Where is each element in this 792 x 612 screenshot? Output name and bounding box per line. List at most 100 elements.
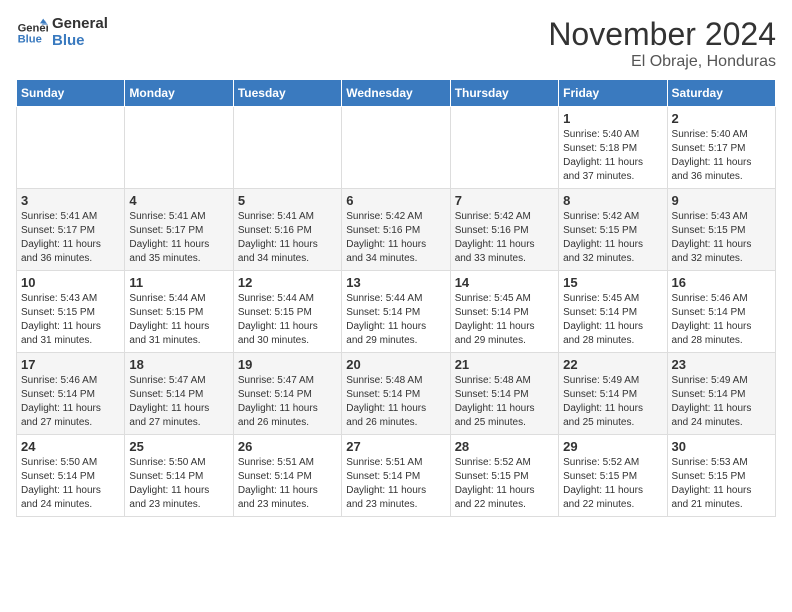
day-info: Sunrise: 5:51 AM Sunset: 5:14 PM Dayligh…: [346, 456, 445, 512]
day-info: Sunrise: 5:42 AM Sunset: 5:16 PM Dayligh…: [346, 210, 445, 266]
day-info: Sunrise: 5:49 AM Sunset: 5:14 PM Dayligh…: [672, 374, 771, 430]
weekday-header-friday: Friday: [559, 80, 667, 107]
day-info: Sunrise: 5:53 AM Sunset: 5:15 PM Dayligh…: [672, 456, 771, 512]
calendar-cell: 26 Sunrise: 5:51 AM Sunset: 5:14 PM Dayli…: [233, 435, 341, 517]
day-info: Sunrise: 5:41 AM Sunset: 5:17 PM Dayligh…: [21, 210, 120, 266]
calendar-cell: 23 Sunrise: 5:49 AM Sunset: 5:14 PM Dayli…: [667, 353, 775, 435]
weekday-header-wednesday: Wednesday: [342, 80, 450, 107]
day-number: 24: [21, 439, 120, 454]
calendar-cell: 28 Sunrise: 5:52 AM Sunset: 5:15 PM Dayli…: [450, 435, 558, 517]
title-area: November 2024 El Obraje, Honduras: [548, 16, 776, 71]
calendar-cell: 29 Sunrise: 5:52 AM Sunset: 5:15 PM Dayli…: [559, 435, 667, 517]
calendar-cell: 17 Sunrise: 5:46 AM Sunset: 5:14 PM Dayli…: [17, 353, 125, 435]
calendar-cell: 9 Sunrise: 5:43 AM Sunset: 5:15 PM Daylig…: [667, 189, 775, 271]
calendar-cell: 20 Sunrise: 5:48 AM Sunset: 5:14 PM Dayli…: [342, 353, 450, 435]
day-number: 12: [238, 275, 337, 290]
day-info: Sunrise: 5:50 AM Sunset: 5:14 PM Dayligh…: [129, 456, 228, 512]
calendar-cell: 12 Sunrise: 5:44 AM Sunset: 5:15 PM Dayli…: [233, 271, 341, 353]
weekday-header-monday: Monday: [125, 80, 233, 107]
day-info: Sunrise: 5:44 AM Sunset: 5:14 PM Dayligh…: [346, 292, 445, 348]
calendar-cell: 4Sunrise: 5:41 AM Sunset: 5:17 PM Daylig…: [125, 189, 233, 271]
day-number: 26: [238, 439, 337, 454]
day-info: Sunrise: 5:45 AM Sunset: 5:14 PM Dayligh…: [455, 292, 554, 348]
day-number: 22: [563, 357, 662, 372]
day-number: 7: [455, 193, 554, 208]
day-number: 6: [346, 193, 445, 208]
day-number: 27: [346, 439, 445, 454]
calendar-cell: 10 Sunrise: 5:43 AM Sunset: 5:15 PM Dayli…: [17, 271, 125, 353]
day-number: 3: [21, 193, 120, 208]
day-info: Sunrise: 5:41 AM Sunset: 5:16 PM Dayligh…: [238, 210, 337, 266]
calendar-cell: 8Sunrise: 5:42 AM Sunset: 5:15 PM Daylig…: [559, 189, 667, 271]
day-number: 16: [672, 275, 771, 290]
calendar-cell: 21 Sunrise: 5:48 AM Sunset: 5:14 PM Dayli…: [450, 353, 558, 435]
header: General Blue General Blue November 2024 …: [16, 16, 776, 71]
day-number: 1: [563, 111, 662, 126]
calendar-cell: 22Sunrise: 5:49 AM Sunset: 5:14 PM Dayli…: [559, 353, 667, 435]
day-info: Sunrise: 5:46 AM Sunset: 5:14 PM Dayligh…: [672, 292, 771, 348]
day-info: Sunrise: 5:41 AM Sunset: 5:17 PM Dayligh…: [129, 210, 228, 266]
day-info: Sunrise: 5:48 AM Sunset: 5:14 PM Dayligh…: [455, 374, 554, 430]
svg-text:Blue: Blue: [18, 33, 42, 45]
day-number: 11: [129, 275, 228, 290]
calendar-cell: 30 Sunrise: 5:53 AM Sunset: 5:15 PM Dayli…: [667, 435, 775, 517]
day-info: Sunrise: 5:52 AM Sunset: 5:15 PM Dayligh…: [563, 456, 662, 512]
calendar-cell: 24 Sunrise: 5:50 AM Sunset: 5:14 PM Dayli…: [17, 435, 125, 517]
calendar-cell: 11 Sunrise: 5:44 AM Sunset: 5:15 PM Dayli…: [125, 271, 233, 353]
day-number: 19: [238, 357, 337, 372]
calendar-cell: 7 Sunrise: 5:42 AM Sunset: 5:16 PM Daylig…: [450, 189, 558, 271]
day-number: 28: [455, 439, 554, 454]
day-info: Sunrise: 5:46 AM Sunset: 5:14 PM Dayligh…: [21, 374, 120, 430]
calendar-cell: 16 Sunrise: 5:46 AM Sunset: 5:14 PM Dayli…: [667, 271, 775, 353]
calendar-cell: 18Sunrise: 5:47 AM Sunset: 5:14 PM Dayli…: [125, 353, 233, 435]
weekday-header-thursday: Thursday: [450, 80, 558, 107]
day-info: Sunrise: 5:42 AM Sunset: 5:16 PM Dayligh…: [455, 210, 554, 266]
weekday-header-sunday: Sunday: [17, 80, 125, 107]
day-info: Sunrise: 5:50 AM Sunset: 5:14 PM Dayligh…: [21, 456, 120, 512]
day-info: Sunrise: 5:45 AM Sunset: 5:14 PM Dayligh…: [563, 292, 662, 348]
day-number: 18: [129, 357, 228, 372]
day-info: Sunrise: 5:52 AM Sunset: 5:15 PM Dayligh…: [455, 456, 554, 512]
day-info: Sunrise: 5:43 AM Sunset: 5:15 PM Dayligh…: [672, 210, 771, 266]
day-info: Sunrise: 5:40 AM Sunset: 5:18 PM Dayligh…: [563, 128, 662, 184]
day-number: 20: [346, 357, 445, 372]
calendar-cell: [342, 107, 450, 189]
calendar-cell: 15 Sunrise: 5:45 AM Sunset: 5:14 PM Dayli…: [559, 271, 667, 353]
day-number: 15: [563, 275, 662, 290]
calendar-cell: [17, 107, 125, 189]
logo-line2: Blue: [52, 33, 108, 50]
day-number: 29: [563, 439, 662, 454]
calendar-cell: 14 Sunrise: 5:45 AM Sunset: 5:14 PM Dayli…: [450, 271, 558, 353]
day-number: 9: [672, 193, 771, 208]
day-number: 5: [238, 193, 337, 208]
calendar-cell: 2Sunrise: 5:40 AM Sunset: 5:17 PM Daylig…: [667, 107, 775, 189]
day-info: Sunrise: 5:51 AM Sunset: 5:14 PM Dayligh…: [238, 456, 337, 512]
calendar-table: SundayMondayTuesdayWednesdayThursdayFrid…: [16, 79, 776, 517]
weekday-header-saturday: Saturday: [667, 80, 775, 107]
day-number: 17: [21, 357, 120, 372]
day-number: 30: [672, 439, 771, 454]
day-info: Sunrise: 5:42 AM Sunset: 5:15 PM Dayligh…: [563, 210, 662, 266]
day-number: 25: [129, 439, 228, 454]
location-title: El Obraje, Honduras: [548, 53, 776, 71]
day-number: 21: [455, 357, 554, 372]
calendar-cell: 27 Sunrise: 5:51 AM Sunset: 5:14 PM Dayli…: [342, 435, 450, 517]
calendar-cell: 3 Sunrise: 5:41 AM Sunset: 5:17 PM Daylig…: [17, 189, 125, 271]
day-info: Sunrise: 5:44 AM Sunset: 5:15 PM Dayligh…: [238, 292, 337, 348]
calendar-cell: 13Sunrise: 5:44 AM Sunset: 5:14 PM Dayli…: [342, 271, 450, 353]
day-info: Sunrise: 5:47 AM Sunset: 5:14 PM Dayligh…: [238, 374, 337, 430]
weekday-header-tuesday: Tuesday: [233, 80, 341, 107]
calendar-cell: [233, 107, 341, 189]
day-info: Sunrise: 5:48 AM Sunset: 5:14 PM Dayligh…: [346, 374, 445, 430]
day-number: 23: [672, 357, 771, 372]
day-info: Sunrise: 5:43 AM Sunset: 5:15 PM Dayligh…: [21, 292, 120, 348]
logo-icon: General Blue: [16, 17, 48, 49]
day-info: Sunrise: 5:44 AM Sunset: 5:15 PM Dayligh…: [129, 292, 228, 348]
calendar-cell: 1 Sunrise: 5:40 AM Sunset: 5:18 PM Daylig…: [559, 107, 667, 189]
logo-line1: General: [52, 16, 108, 33]
day-number: 14: [455, 275, 554, 290]
logo: General Blue General Blue: [16, 16, 108, 49]
calendar-cell: [450, 107, 558, 189]
day-number: 10: [21, 275, 120, 290]
month-title: November 2024: [548, 16, 776, 53]
